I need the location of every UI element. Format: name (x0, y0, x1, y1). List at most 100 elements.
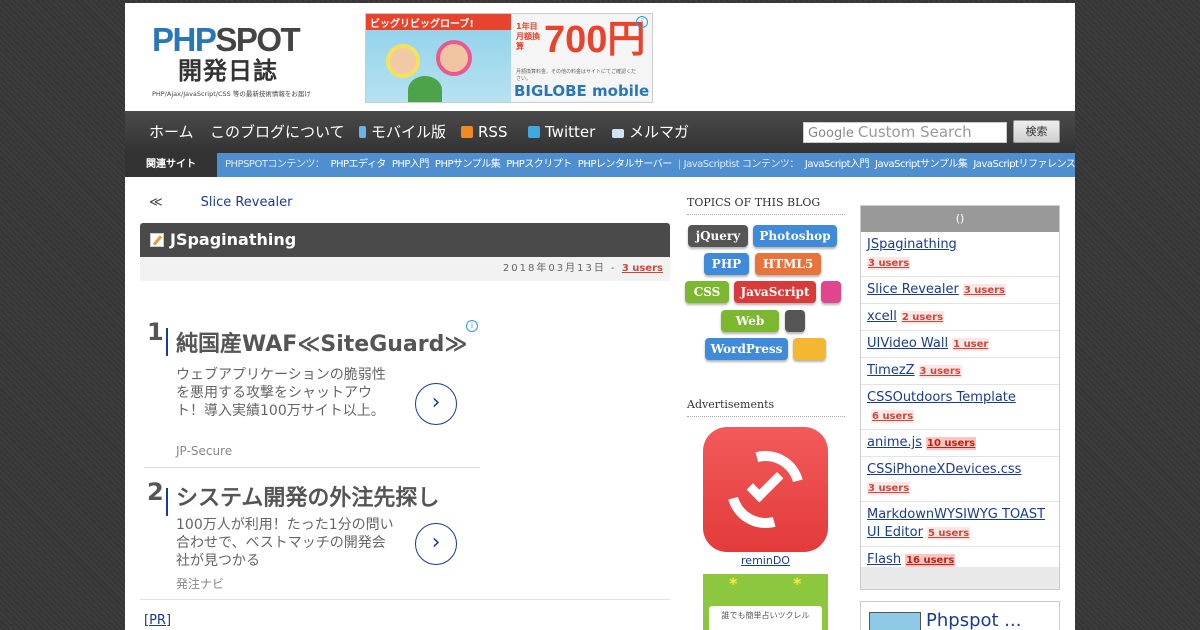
nav-twitter[interactable]: Twitter (528, 111, 595, 153)
post-meta: 2018年03月13日 - 3 users (140, 257, 670, 281)
ad-source: 発注ナビ (176, 577, 225, 591)
tag-photoshop[interactable]: Photoshop (753, 225, 837, 247)
users-badge[interactable]: 3 users (867, 257, 911, 270)
phpspot-widget[interactable]: Phpspot ... (860, 601, 1060, 630)
tag-web[interactable]: Web (721, 310, 779, 332)
related-link[interactable]: PHPエディタ (330, 159, 386, 170)
users-badge[interactable]: 3 users (918, 365, 962, 378)
ad-body: ウェブアプリケーションの脆弱性を悪用する攻撃をシャットアウト！導入実績100万サ… (176, 367, 386, 419)
users-badge[interactable]: 5 users (926, 527, 971, 540)
phpspot-thumbnail (869, 612, 921, 630)
users-badge[interactable]: 2 users (900, 311, 945, 324)
header-banner-ad[interactable]: ビッグリビッグローブ! 1年目 月額換算 700円 月額換算料金、その他の料金は… (365, 13, 653, 103)
list-item: UIVideo Wall 1 user (861, 331, 1059, 358)
list-item: CSSiPhoneXDevices.css 3 users (861, 457, 1059, 502)
related-links: PHPSPOTコンテンツ： PHPエディタ PHP入門 PHPサンプル集 PHPスクリプ… (225, 159, 1075, 170)
entry-link[interactable]: xcell (867, 309, 897, 324)
related-link[interactable]: JavaScriptサンプル集 (875, 159, 968, 170)
search-button[interactable]: 検索 (1013, 120, 1060, 143)
entry-link[interactable]: CSSiPhoneXDevices.css (867, 462, 1021, 477)
site-logo[interactable]: PHPSPOT 開発日誌 PHP/Ajax/JavaScript/CSS 等の最… (152, 23, 312, 99)
memo-icon (150, 233, 164, 247)
tag-gray[interactable] (785, 310, 805, 332)
users-badge[interactable]: 10 users (926, 437, 977, 450)
related-sites-bar: 関連サイト PHPSPOTコンテンツ： PHPエディタ PHP入門 PHPサンプル集 P… (125, 153, 1075, 177)
users-badge[interactable]: 3 users (867, 482, 911, 495)
prev-post-link[interactable]: ≪ Slice Revealer (149, 195, 292, 210)
nav-rss[interactable]: RSS (461, 111, 507, 153)
list-item: Slice Revealer 3 users (861, 277, 1059, 304)
mail-icon (612, 129, 624, 138)
main-nav: ホーム このブログについて モバイル版 RSS Twitter メルマガ Goo… (125, 111, 1075, 153)
divider: | (677, 159, 681, 170)
users-badge[interactable]: 6 users (871, 410, 915, 423)
tag-html5[interactable]: HTML5 (755, 253, 821, 275)
nav-mobile[interactable]: モバイル版 (359, 111, 446, 153)
tag-wordpress[interactable]: WordPress (705, 338, 788, 360)
entry-link[interactable]: CSSOutdoors Template (867, 390, 1016, 405)
entry-link[interactable]: anime.js (867, 435, 922, 450)
ad-source: JP-Secure (176, 444, 233, 458)
related-link[interactable]: PHP入門 (392, 159, 430, 170)
tag-php[interactable]: PHP (704, 253, 749, 275)
tag-jquery[interactable]: jQuery (688, 225, 748, 247)
related-link[interactable]: JavaScriptリファレンス (973, 159, 1075, 170)
list-item: MarkdownWYSIWYG TOAST UI Editor 5 users (861, 502, 1059, 547)
banner-fine-print: 月額換算料金、その他の料金はサイトにてご確認ください。 (516, 69, 637, 82)
banner-brand: BIGLOBE mobile (514, 82, 650, 100)
ad-headline[interactable]: システム開発の外注先探し (176, 480, 439, 512)
nav-home[interactable]: ホーム (149, 111, 194, 153)
entry-link[interactable]: Slice Revealer (867, 282, 959, 297)
list-item: anime.js 10 users (861, 430, 1059, 457)
text-ads: i 1 純国産WAF≪SiteGuard≫ ウェブアプリケーションの脆弱性を悪用… (144, 318, 484, 600)
text-ad[interactable]: 1 純国産WAF≪SiteGuard≫ ウェブアプリケーションの脆弱性を悪用する… (144, 318, 480, 466)
sidebar-ad-banner[interactable]: * * 誰でも簡単占いツクレル (703, 574, 828, 630)
star-icon: * (793, 574, 802, 593)
post-date: 2018年03月13日 (502, 263, 606, 274)
hatena-users[interactable]: 3 users (622, 263, 663, 274)
tag-css[interactable]: CSS (685, 281, 729, 303)
banner-price: 700円 (544, 19, 646, 61)
app-name-link[interactable]: reminDO (703, 554, 828, 567)
list-item: JSpaginathing 3 users (861, 232, 1059, 277)
phpspot-name[interactable]: Phpspot ... (926, 610, 1021, 630)
nav-mailmag[interactable]: メルマガ (612, 111, 689, 153)
users-badge[interactable]: 1 user (952, 338, 990, 351)
tag-yellow[interactable] (793, 338, 826, 360)
twitter-icon (528, 126, 540, 138)
entry-link[interactable]: TimezZ (867, 363, 915, 378)
search-input[interactable]: Google Custom Search (803, 122, 1007, 143)
tag-pink[interactable] (821, 281, 841, 303)
popular-heading: () (861, 206, 1059, 232)
ad-headline[interactable]: 純国産WAF≪SiteGuard≫ (176, 326, 467, 358)
related-link[interactable]: PHPレンタルサーバー (578, 159, 672, 170)
ad-arrow-icon[interactable]: › (415, 383, 457, 425)
pr-link[interactable]: [PR] (144, 613, 171, 628)
list-item: TimezZ 3 users (861, 358, 1059, 385)
page: PHPSPOT 開発日誌 PHP/Ajax/JavaScript/CSS 等の最… (125, 3, 1075, 630)
users-badge[interactable]: 3 users (962, 284, 1006, 297)
ad-arrow-icon[interactable]: › (415, 523, 457, 565)
users-badge[interactable]: 16 users (905, 554, 956, 567)
ad-body: 100万人が利用！たった1分の問い合わせで、ベストマッチの開発会社が見つかる (176, 517, 394, 569)
topics-heading: TOPICS OF THIS BLOG (687, 196, 845, 215)
ad-info-icon[interactable]: i (636, 16, 648, 28)
entry-link[interactable]: Flash (867, 552, 901, 567)
nav-about[interactable]: このブログについて (210, 111, 345, 153)
ad-card-text: 誰でも簡単占いツクレル (709, 606, 822, 630)
related-link[interactable]: PHPサンプル集 (435, 159, 501, 170)
logo-subtitle: 開発日誌 (178, 57, 278, 85)
advertisements-heading: Advertisements (687, 398, 845, 417)
star-icon: * (729, 574, 738, 593)
post-title: JSpaginathing (140, 223, 670, 257)
entry-link[interactable]: JSpaginathing (867, 237, 957, 252)
entry-link[interactable]: UIVideo Wall (867, 336, 948, 351)
divider (140, 599, 670, 600)
text-ad[interactable]: 2 システム開発の外注先探し 100万人が利用！たった1分の問い合わせで、ベスト… (144, 468, 480, 600)
related-link[interactable]: JavaScript入門 (805, 159, 870, 170)
banner-price-prefix: 1年目 月額換算 (516, 22, 540, 51)
remindo-app-icon[interactable] (703, 427, 828, 552)
related-link[interactable]: PHPスクリプト (506, 159, 572, 170)
tag-javascript[interactable]: JavaScript (734, 281, 816, 303)
rss-icon (461, 126, 473, 138)
